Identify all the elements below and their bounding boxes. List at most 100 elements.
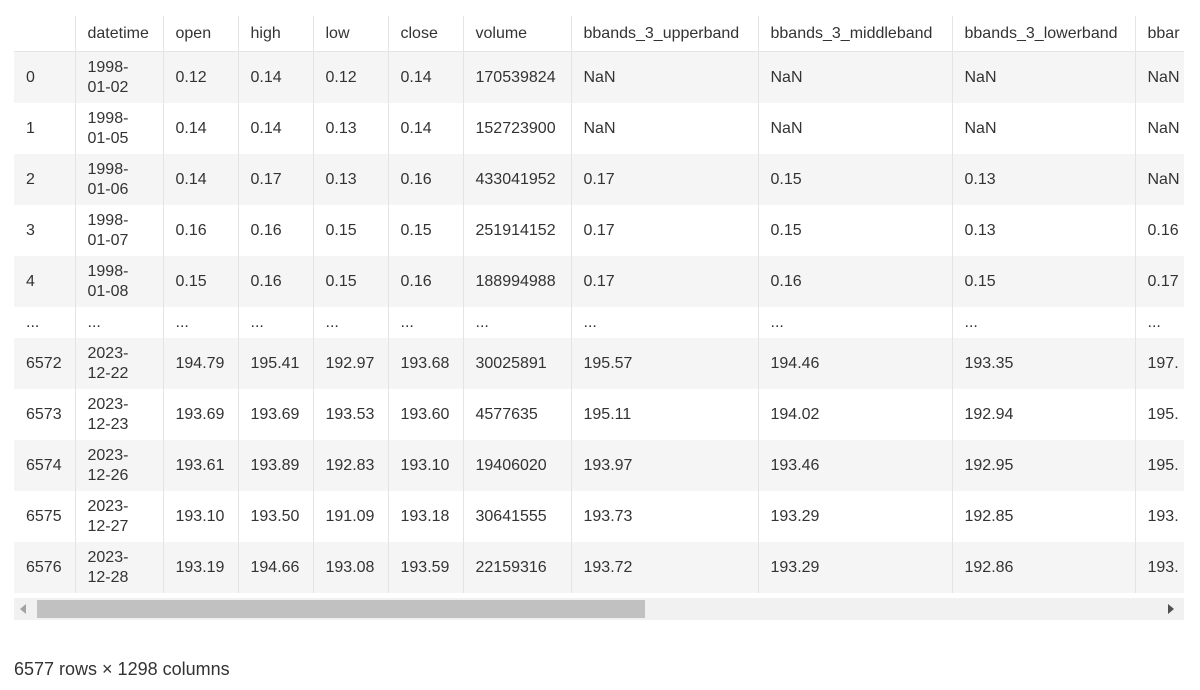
dataframe-shape-summary: 6577 rows × 1298 columns [14,659,230,679]
table-row: 2 1998-01-06 0.14 0.17 0.13 0.16 433041952 0.17… [14,154,1184,205]
table-row: 6574 2023-12-26 193.61 193.89 192.83 193.10 19… [14,440,1184,491]
row-index-cell: 4 [14,256,76,307]
table-cell: 0.15 [758,154,953,205]
table-cell: 0.14 [163,154,239,205]
table-cell: 0.17 [238,154,314,205]
table-cell: 193.69 [163,389,239,440]
table-cell: 193.53 [313,389,389,440]
table-cell: 193.29 [758,491,953,542]
table-cell: 0.16 [758,256,953,307]
table-header-row: datetime open high low close volume bbands_3_u… [14,16,1184,52]
table-cell: 192.95 [952,440,1136,491]
table-cell: 193.08 [313,542,389,593]
table-cell: 192.94 [952,389,1136,440]
table-cell: 193.35 [952,338,1136,389]
table-row: 4 1998-01-08 0.15 0.16 0.15 0.16 188994988 0.17… [14,256,1184,307]
table-cell: NaN [758,103,953,154]
scrollbar-thumb[interactable] [37,600,645,618]
table-cell: 1998-01-07 [75,205,164,256]
table-cell: 193. [1135,491,1184,542]
table-cell: 197. [1135,338,1184,389]
table-cell: 0.15 [313,205,389,256]
table-cell: 0.17 [571,154,759,205]
table-cell: 191.09 [313,491,389,542]
table-cell: 1998-01-05 [75,103,164,154]
table-cell: 0.13 [313,154,389,205]
table-cell: NaN [1135,51,1184,103]
row-index-cell: 2 [14,154,76,205]
table-cell: 0.14 [238,51,314,103]
scroll-right-arrow-icon[interactable] [1168,604,1174,614]
table-cell: NaN [571,103,759,154]
table-row: 1 1998-01-05 0.14 0.14 0.13 0.14 152723900 NaN N… [14,103,1184,154]
table-cell: 195. [1135,389,1184,440]
table-cell: 194.66 [238,542,314,593]
table-cell: 2023-12-22 [75,338,164,389]
row-index-cell: 0 [14,51,76,103]
table-cell: 1998-01-06 [75,154,164,205]
table-cell: 170539824 [463,51,572,103]
table-cell: NaN [1135,154,1184,205]
table-cell: ... [571,307,759,338]
table-row: 3 1998-01-07 0.16 0.16 0.15 0.15 251914152 0.17… [14,205,1184,256]
column-header: volume [463,16,572,52]
table-cell: 192.97 [313,338,389,389]
table-cell: ... [75,307,164,338]
table-cell: 0.16 [238,205,314,256]
table-cell: 2023-12-27 [75,491,164,542]
table-cell: 0.17 [1135,256,1184,307]
column-header: bbands_3_middleband [758,16,953,52]
column-header: high [238,16,314,52]
table-cell: 2023-12-23 [75,389,164,440]
table-cell: ... [313,307,389,338]
table-cell: 193.68 [388,338,464,389]
table-cell: 193.89 [238,440,314,491]
dataframe-output: datetime open high low close volume bbands_3_u… [14,16,1184,620]
table-cell: 0.16 [388,154,464,205]
table-cell: NaN [952,51,1136,103]
dataframe-table: datetime open high low close volume bbands_3_u… [14,16,1184,593]
table-cell: 0.16 [1135,205,1184,256]
table-body: 0 1998-01-02 0.12 0.14 0.12 0.14 170539824 NaN N… [14,51,1184,593]
table-cell: 30641555 [463,491,572,542]
table-cell: 0.14 [388,103,464,154]
scroll-left-arrow-icon[interactable] [20,604,26,614]
table-cell: 0.13 [313,103,389,154]
column-header: datetime [75,16,164,52]
table-cell: 193.73 [571,491,759,542]
table-cell: 193.19 [163,542,239,593]
column-header: open [163,16,239,52]
table-row: 6573 2023-12-23 193.69 193.69 193.53 193.60 45… [14,389,1184,440]
table-cell: 194.02 [758,389,953,440]
column-header: close [388,16,464,52]
table-cell: NaN [1135,103,1184,154]
table-cell: 193.60 [388,389,464,440]
table-cell: 2023-12-26 [75,440,164,491]
table-cell: 0.14 [238,103,314,154]
row-index-cell: 6575 [14,491,76,542]
table-cell: 0.15 [388,205,464,256]
table-cell: 0.16 [238,256,314,307]
table-cell: NaN [758,51,953,103]
table-cell: 0.13 [952,154,1136,205]
row-index-cell: 6573 [14,389,76,440]
table-cell: 195.11 [571,389,759,440]
table-cell: 192.85 [952,491,1136,542]
horizontal-scrollbar[interactable] [14,598,1184,620]
table-cell: 1998-01-02 [75,51,164,103]
table-cell: 0.16 [163,205,239,256]
table-cell: 193. [1135,542,1184,593]
row-index-cell: 6576 [14,542,76,593]
table-cell: 152723900 [463,103,572,154]
table-cell: 192.86 [952,542,1136,593]
table-cell: 22159316 [463,542,572,593]
table-row: 6576 2023-12-28 193.19 194.66 193.08 193.59 22… [14,542,1184,593]
table-cell: NaN [952,103,1136,154]
row-index-cell: 6572 [14,338,76,389]
table-cell: 194.79 [163,338,239,389]
column-header: low [313,16,389,52]
table-cell: 4577635 [463,389,572,440]
column-header: bbands_3_lowerband [952,16,1136,52]
table-cell: 0.17 [571,205,759,256]
table-cell: 1998-01-08 [75,256,164,307]
